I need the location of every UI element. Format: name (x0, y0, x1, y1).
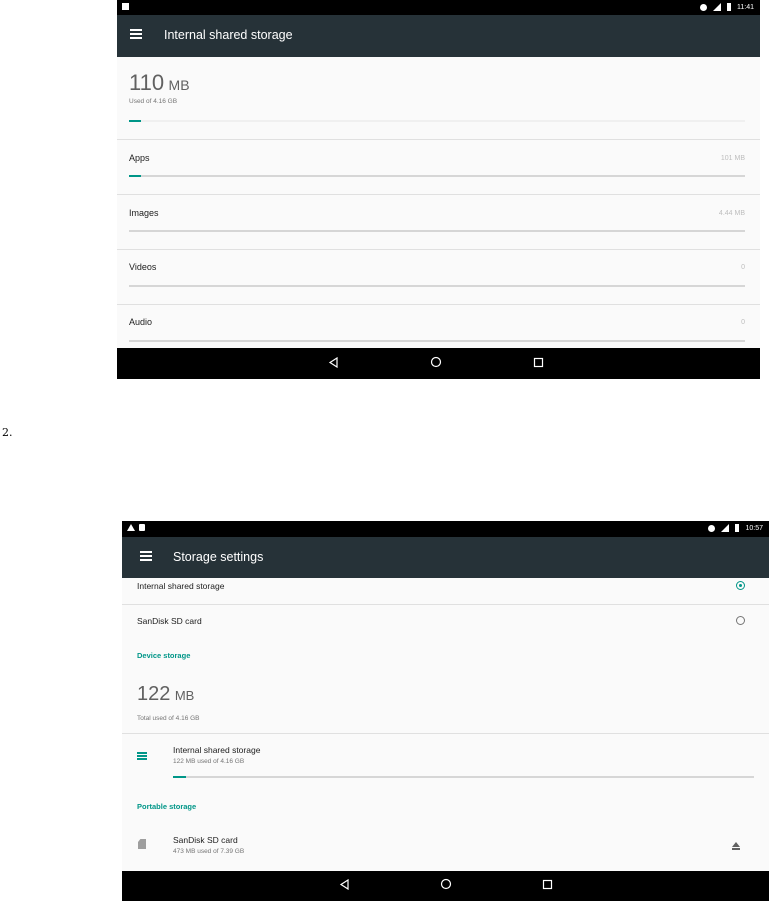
menu-icon[interactable] (130, 29, 142, 39)
sd-card-item[interactable]: SanDisk SD card 473 MB used of 7.39 GB (122, 827, 769, 867)
category-label: Audio (129, 317, 153, 327)
do-not-disturb-icon (708, 524, 716, 532)
category-value: 4.44 MB (718, 210, 745, 217)
image-notification-icon (122, 3, 129, 10)
category-progress-bar (129, 340, 745, 342)
page-title: Internal shared storage (164, 28, 293, 42)
status-time: 11:41 (737, 3, 754, 11)
storage-item-caption: 473 MB used of 7.39 GB (173, 848, 245, 855)
radio-unselected[interactable] (736, 616, 745, 625)
category-value: 0 (741, 319, 745, 326)
category-progress-bar (129, 285, 745, 287)
home-icon[interactable] (440, 877, 452, 895)
device-storage-header: Device storage (137, 651, 191, 660)
category-value: 101 MB (720, 155, 745, 162)
warning-icon (127, 524, 135, 531)
total-used-summary: 122 MB (137, 683, 194, 706)
navigation-bar (122, 871, 769, 901)
signal-icon (713, 3, 721, 11)
storage-item-title: SanDisk SD card (173, 835, 238, 845)
category-audio[interactable]: Audio 0 (117, 305, 760, 348)
category-progress-bar (129, 175, 745, 177)
used-caption: Used of 4.16 GB (129, 98, 178, 105)
radio-selected[interactable] (736, 581, 745, 590)
recents-icon[interactable] (542, 877, 553, 895)
app-toolbar: Storage settings (122, 537, 769, 578)
internal-storage-item[interactable]: Internal shared storage 122 MB used of 4… (122, 734, 769, 787)
option-label: Internal shared storage (137, 581, 225, 591)
category-apps[interactable]: Apps 101 MB (117, 140, 760, 194)
category-label: Apps (129, 153, 150, 163)
category-images[interactable]: Images 4.44 MB (117, 195, 760, 249)
category-value: 0 (741, 264, 745, 271)
app-toolbar: Internal shared storage (117, 15, 760, 57)
recents-icon[interactable] (533, 355, 544, 373)
page-title: Storage settings (173, 550, 264, 564)
storage-list-icon (137, 752, 147, 760)
page-note: 2. (2, 426, 13, 439)
back-icon[interactable] (328, 355, 339, 373)
option-internal-storage[interactable]: Internal shared storage (122, 578, 769, 604)
eject-icon[interactable] (732, 842, 740, 850)
storage-item-caption: 122 MB used of 4.16 GB (173, 758, 245, 765)
category-label: Videos (129, 262, 157, 272)
home-icon[interactable] (430, 355, 442, 373)
signal-icon (721, 524, 730, 532)
menu-icon[interactable] (140, 551, 152, 561)
lock-icon (139, 524, 145, 531)
category-progress-bar (129, 230, 745, 232)
storage-item-progress-bar (173, 776, 754, 778)
do-not-disturb-icon (700, 3, 707, 11)
sd-card-icon (138, 839, 146, 849)
battery-icon (727, 3, 731, 11)
battery-icon (735, 524, 740, 532)
total-caption: Total used of 4.16 GB (137, 715, 200, 722)
status-bar: 10:57 (122, 521, 769, 537)
internal-storage-screen: 11:41 Internal shared storage 110 MB Use… (117, 0, 760, 379)
navigation-bar (117, 348, 760, 379)
status-bar: 11:41 (117, 0, 760, 15)
option-label: SanDisk SD card (137, 616, 202, 626)
used-amount: 110 (129, 70, 165, 95)
used-unit: MB (168, 77, 190, 93)
total-amount: 122 (137, 683, 171, 705)
back-icon[interactable] (339, 877, 350, 895)
used-progress-bar (129, 120, 745, 122)
category-label: Images (129, 208, 159, 218)
portable-storage-header: Portable storage (137, 802, 197, 811)
total-unit: MB (174, 688, 195, 703)
used-summary: 110 MB (129, 70, 190, 96)
category-videos[interactable]: Videos 0 (117, 250, 760, 304)
option-sd-card[interactable]: SanDisk SD card (122, 605, 769, 637)
status-time: 10:57 (745, 524, 763, 532)
storage-settings-screen: 10:57 Storage settings Internal shared s… (122, 521, 769, 901)
storage-item-title: Internal shared storage (173, 745, 261, 755)
